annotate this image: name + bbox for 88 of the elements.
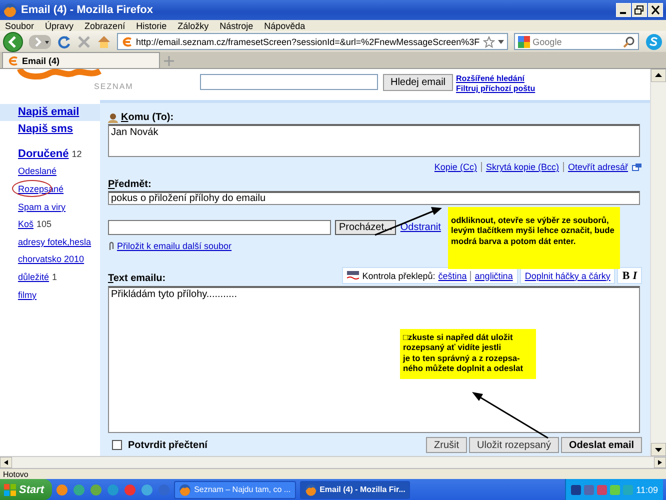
language-link[interactable]: angličtina [470, 270, 513, 280]
form-button[interactable]: Zrušit [426, 437, 468, 453]
person-icon [108, 112, 118, 122]
sidebar-link[interactable]: Napiš email [0, 104, 100, 121]
firefox-icon [3, 3, 17, 17]
field-label: Předmět: [108, 179, 152, 190]
form-button[interactable]: Uložit rozepsaný [469, 437, 559, 453]
language-link[interactable]: čeština [438, 270, 467, 280]
folder-link[interactable]: Spam a viry [18, 202, 66, 212]
menu-item[interactable]: Nástroje [220, 20, 254, 30]
search-field[interactable] [200, 74, 378, 90]
logo-text: SEZNAM [94, 82, 134, 91]
app-icon[interactable] [141, 484, 154, 496]
scroll-right-icon[interactable] [654, 457, 666, 468]
spellcheck-label: Kontrola překlepů: [362, 270, 436, 280]
link[interactable]: Rozšířené hledání [456, 74, 536, 84]
start-button[interactable]: Start [0, 479, 52, 500]
checkbox[interactable] [112, 440, 122, 450]
browse-button[interactable]: Procházet... [335, 220, 396, 235]
link[interactable]: Kopie (Cc) [434, 162, 477, 172]
close-icon[interactable] [648, 3, 663, 17]
tray-icon[interactable] [571, 484, 582, 494]
spellcheck-icon [347, 271, 360, 280]
sidebar-link[interactable]: Napiš sms [0, 121, 100, 138]
recipient-field[interactable]: Jan Novák [108, 124, 640, 157]
search-button[interactable]: Hledej email [383, 74, 453, 91]
windows-logo-icon [4, 484, 16, 496]
folder-link[interactable]: adresy fotek,hesla [18, 236, 92, 247]
star-icon[interactable] [482, 36, 495, 48]
bold-button[interactable]: B [622, 270, 630, 282]
firefox-icon [304, 484, 317, 496]
attach-link[interactable]: Přiložit k emailu další soubor [117, 241, 232, 251]
address-bar[interactable]: http://email.seznam.cz/framesetScreen?sessionId=&url=%2FnewMessageScreen%3F [117, 33, 508, 50]
app-icon[interactable] [56, 484, 68, 496]
menu-item[interactable]: Úpravy [45, 20, 74, 30]
dropdown-icon[interactable] [498, 40, 504, 44]
annotation-note: □zkuste si napřed dát uložit rozepsaný ať vidíte jestli je to ten správný a z rozepsa- ného můžete doplnit a odeslat [400, 329, 536, 380]
scroll-up-icon[interactable] [651, 69, 666, 82]
minimize-icon[interactable] [616, 3, 631, 17]
folder-link[interactable]: Koš [18, 219, 34, 230]
app-icon[interactable] [90, 484, 102, 496]
scroll-left-icon[interactable] [0, 457, 12, 468]
google-icon [518, 36, 530, 48]
taskbar-button[interactable]: Seznam – Najdu tam, co ... [174, 480, 296, 498]
folder-link[interactable]: filmy [18, 290, 36, 300]
search-icon[interactable] [623, 36, 635, 48]
menu-item[interactable]: Nápověda [264, 20, 306, 30]
home-icon[interactable] [97, 34, 111, 48]
folder-count: 12 [72, 148, 82, 159]
folder-link[interactable]: Odeslané [18, 166, 57, 176]
link[interactable]: Skrytá kopie (Bcc) [480, 162, 559, 172]
browser-tab[interactable]: Email (4) [2, 52, 160, 68]
form-button[interactable]: Odeslat email [560, 437, 642, 453]
scroll-down-icon[interactable] [651, 443, 666, 456]
menu-item[interactable]: Historie [136, 20, 167, 30]
menu-item[interactable]: Soubor [5, 20, 34, 30]
link[interactable]: Filtruj příchozí poštu [456, 84, 536, 94]
taskbar-button[interactable]: Email (4) - Mozilla Fir... [300, 480, 410, 498]
folder-link[interactable]: chorvatsko 2010 [18, 254, 84, 264]
field-label: Text emailu: [108, 273, 166, 284]
folder-count: 105 [36, 219, 52, 230]
clock: 11:09 [636, 484, 658, 494]
paperclip-icon [108, 241, 114, 251]
italic-button[interactable]: I [632, 270, 637, 282]
link[interactable]: Otevřít adresář [562, 162, 628, 172]
folder-count: 1 [52, 272, 58, 282]
app-icon[interactable] [73, 484, 86, 496]
remove-link[interactable]: Odstranit [400, 222, 441, 233]
subject-field[interactable]: pokus o přiložení přílohy do emailu [108, 191, 640, 205]
field-label: Komu (To): [121, 112, 174, 123]
stop-icon[interactable] [77, 34, 91, 48]
back-icon[interactable] [3, 32, 23, 52]
menu-item[interactable]: Záložky [178, 20, 209, 30]
firefox-icon [179, 484, 192, 496]
file-field[interactable] [108, 220, 331, 235]
skype-icon[interactable] [645, 32, 663, 50]
folder-link[interactable]: Doručené [18, 148, 69, 160]
restore-icon[interactable] [632, 3, 647, 17]
forward-icon[interactable] [29, 34, 51, 48]
folder-link[interactable]: důležité [18, 272, 50, 282]
tray-icon[interactable] [584, 484, 594, 494]
search-box[interactable]: Google [514, 33, 639, 50]
checkbox-label: Potvrdit přečtení [128, 440, 208, 450]
reload-icon[interactable] [57, 34, 71, 48]
menu-item[interactable]: Zobrazení [84, 20, 126, 30]
window-title: Email (4) - Mozilla Firefox [21, 4, 154, 16]
annotation-note: odkliknout, otevře se výběr ze souborů, levým tlačítkem myši lehce označit, bude modrá barva a potom dát enter. [448, 207, 620, 269]
window-icon[interactable] [632, 163, 642, 171]
